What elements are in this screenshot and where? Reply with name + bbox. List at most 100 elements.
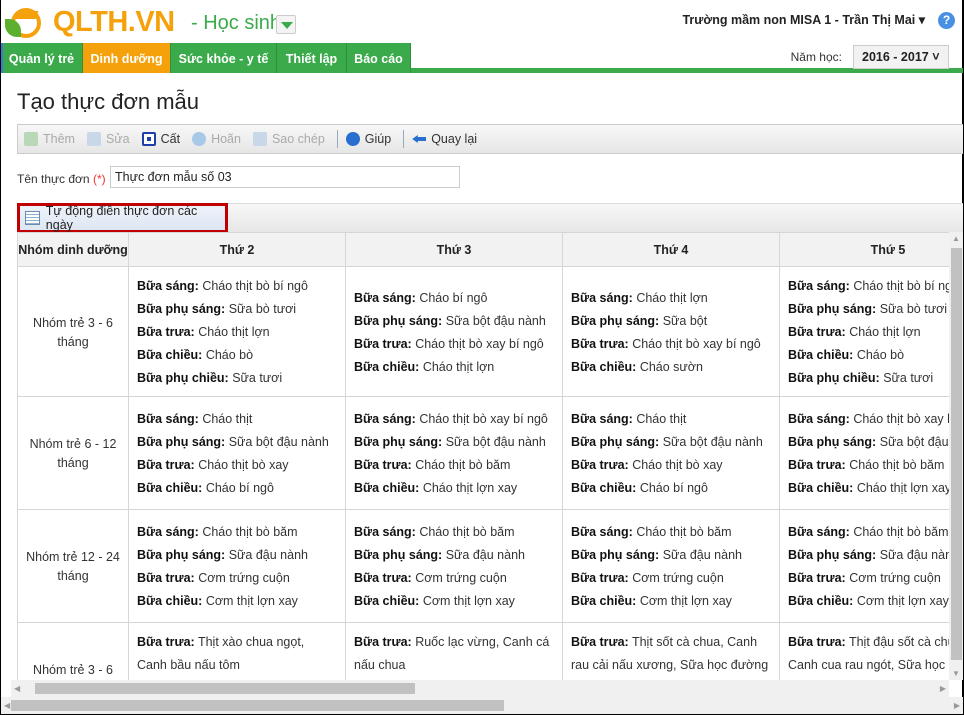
scroll-right-icon[interactable]: ▶ — [940, 684, 946, 693]
tab-thiet-lap[interactable]: Thiết lập — [277, 43, 347, 73]
menu-cell[interactable]: Bữa sáng: Cháo bí ngô Bữa phụ sáng: Sữa b… — [345, 266, 563, 397]
meal-label: Bữa chiều: — [137, 594, 203, 608]
scroll-thumb[interactable] — [11, 700, 504, 711]
tab-dinh-duong[interactable]: Dinh dưỡng — [83, 43, 171, 73]
meal-item: Bữa chiều: Cháo thịt lợn xay — [354, 477, 554, 500]
menu-cell[interactable]: Bữa sáng: Cháo thịt Bữa phụ sáng: Sữa bột… — [562, 396, 780, 510]
meal-label: Bữa trưa: — [354, 571, 412, 585]
help-button[interactable]: Giúp — [345, 132, 392, 146]
user-menu[interactable]: Trường mầm non MISA 1 - Trần Thị Mai ▾ — [682, 12, 925, 27]
page-horizontal-scrollbar[interactable]: ◀ ▶ — [1, 697, 963, 714]
tab-suc-khoe[interactable]: Sức khỏe - y tế — [171, 43, 277, 73]
meal-dish: Cháo thịt bò băm — [415, 458, 511, 472]
role-label: - Học sinh — [191, 12, 282, 34]
toolbar-separator — [336, 130, 338, 148]
undo-button[interactable]: Hoãn — [192, 132, 241, 146]
save-button[interactable]: Cất — [141, 132, 181, 146]
meal-item: Bữa phụ sáng: Sữa đậu nành — [137, 544, 337, 567]
menu-cell[interactable]: Bữa trưa: Thịt đậu sốt cà chua, Canh cua… — [779, 622, 949, 680]
meal-dish: Cơm trứng cuộn — [632, 571, 724, 585]
add-button[interactable]: Thêm — [24, 132, 75, 146]
meal-label: Bữa sáng: — [354, 525, 416, 539]
menu-cell[interactable]: Bữa trưa: Ruốc lạc vừng, Canh cá nấu chu… — [345, 622, 563, 680]
meal-dish: Cơm thịt lợn xay — [639, 594, 732, 608]
add-label: Thêm — [43, 132, 75, 146]
menu-cell[interactable]: Bữa trưa: Thịt sốt cà chua, Canh rau cải… — [562, 622, 780, 680]
meal-dish: Sữa bò tươi — [879, 302, 948, 316]
meal-dish: Cháo thịt bò băm — [636, 525, 732, 539]
meal-item: Bữa trưa: Cơm trứng cuộn — [137, 567, 337, 590]
menu-grid: Nhóm dinh dưỡng Thứ 2 Thứ 3 Thứ 4 Thứ 5 Nhóm… — [17, 232, 949, 680]
tab-bao-cao[interactable]: Báo cáo — [347, 43, 411, 73]
column-header: Thứ 5 — [779, 232, 949, 267]
help-icon[interactable]: ? — [938, 12, 955, 29]
edit-button[interactable]: Sửa — [86, 132, 130, 146]
nutrition-group: Nhóm trẻ 3 - 6 tháng — [17, 266, 129, 397]
meal-item: Bữa chiều: Cơm thịt lợn xay — [137, 590, 337, 613]
menu-cell[interactable]: Bữa sáng: Cháo thịt bò băm Bữa phụ sáng: … — [779, 509, 949, 623]
menu-cell[interactable]: Bữa sáng: Cháo thịt bò băm Bữa phụ sáng: … — [562, 509, 780, 623]
meal-dish: Cháo bí ngô — [419, 290, 488, 305]
back-arrow-icon — [412, 135, 427, 143]
meal-item: Bữa sáng: Cháo thịt lợn — [571, 287, 771, 310]
meal-label: Bữa chiều: — [571, 594, 637, 608]
meal-item: Bữa phụ sáng: Sữa bột đậu nành — [788, 431, 949, 454]
meal-item: Bữa sáng: Cháo thịt bò bí ngô — [788, 275, 949, 298]
meal-label: Bữa chiều: — [137, 481, 203, 495]
meal-item: Bữa phụ sáng: Sữa đậu nành — [571, 544, 771, 567]
column-header: Thứ 3 — [345, 232, 563, 267]
nutrition-group: Nhóm trẻ 3 - 6 — [17, 622, 129, 680]
scroll-left-icon[interactable]: ◀ — [14, 684, 20, 693]
logo[interactable]: QLTH.VN — [5, 5, 175, 39]
role-dropdown-button[interactable] — [276, 15, 296, 34]
meal-item: Bữa trưa: Cơm trứng cuộn — [788, 567, 949, 590]
meal-label: Bữa trưa: — [137, 458, 195, 472]
menu-cell[interactable]: Bữa sáng: Cháo thịt bò xay bí ngôBữa phụ… — [345, 396, 563, 510]
vertical-scrollbar[interactable]: ▲ ▼ — [949, 232, 963, 680]
meal-item: Bữa sáng: Cháo thịt bò băm — [137, 521, 337, 544]
scroll-down-icon[interactable]: ▼ — [952, 669, 960, 678]
menu-cell[interactable]: Bữa trưa: Thịt xào chua ngọt, Canh bầu n… — [128, 622, 346, 680]
scroll-thumb[interactable] — [35, 683, 415, 694]
meal-dish: Cơm thịt lợn xay — [422, 594, 515, 608]
meal-label: Bữa trưa: — [354, 458, 412, 472]
meal-item: Bữa sáng: Cháo bí ngô — [354, 287, 554, 310]
back-button[interactable]: Quay lại — [412, 132, 477, 146]
meal-item: Bữa phụ sáng: Sữa bột đậu nành — [571, 431, 771, 454]
menu-cell[interactable]: Bữa sáng: Cháo thịt bò băm Bữa phụ sáng: … — [128, 509, 346, 623]
auto-fill-label: Tự động điền thực đơn các ngày — [45, 204, 198, 232]
menu-cell[interactable]: Bữa sáng: Cháo thịt Bữa phụ sáng: Sữa bột… — [128, 396, 346, 510]
meal-dish: Cháo bí ngô — [205, 481, 274, 495]
meal-label: Bữa trưa: — [788, 325, 846, 339]
meal-dish: Sữa tươi — [232, 371, 283, 385]
meal-label: Bữa trưa: — [354, 635, 412, 649]
year-select[interactable]: 2016 - 2017 ˅ — [853, 45, 949, 69]
meal-dish: Cháo thịt lợn — [422, 359, 495, 374]
menu-cell[interactable]: Bữa sáng: Cháo thịt lợn Bữa phụ sáng: Sữa… — [562, 266, 780, 397]
scroll-left-icon[interactable]: ◀ — [4, 701, 10, 710]
meal-label: Bữa chiều: — [788, 594, 854, 608]
meal-item: Bữa sáng: Cháo thịt bò băm — [571, 521, 771, 544]
table-row: Nhóm trẻ 6 - 12 tháng Bữa sáng: Cháo thịt… — [17, 396, 949, 510]
help-label: Giúp — [364, 132, 392, 146]
menu-name-input[interactable] — [110, 166, 460, 188]
auto-fill-button[interactable]: Tự động điền thực đơn các ngày — [17, 203, 228, 233]
scroll-up-icon[interactable]: ▲ — [952, 234, 960, 243]
menu-cell[interactable]: Bữa sáng: Cháo thịt bò xay bí ngôBữa phụ… — [779, 396, 949, 510]
meal-item: Bữa trưa: Cơm trứng cuộn — [571, 567, 771, 590]
tab-quan-ly-tre[interactable]: Quản lý trẻ — [1, 43, 83, 73]
scroll-right-icon[interactable]: ▶ — [954, 701, 960, 710]
meal-label: Bữa trưa: — [354, 336, 412, 351]
scroll-thumb[interactable] — [951, 248, 962, 660]
menu-cell[interactable]: Bữa sáng: Cháo thịt bò bí ngô Bữa phụ sán… — [779, 266, 949, 397]
grid-horizontal-scrollbar[interactable]: ◀ ▶ — [11, 680, 949, 697]
meal-label: Bữa sáng: — [788, 525, 850, 539]
help-icon — [345, 132, 360, 146]
meal-item: Bữa phụ sáng: Sữa đậu nành — [354, 544, 554, 567]
meal-label: Bữa phụ sáng: — [354, 548, 443, 562]
copy-button[interactable]: Sao chép — [252, 132, 325, 146]
menu-cell[interactable]: Bữa sáng: Cháo thịt bò băm Bữa phụ sáng: … — [345, 509, 563, 623]
menu-cell[interactable]: Bữa sáng: Cháo thịt bò bí ngô Bữa phụ sán… — [128, 266, 346, 397]
save-label: Cất — [160, 132, 181, 146]
meal-label: Bữa trưa: — [137, 325, 195, 339]
